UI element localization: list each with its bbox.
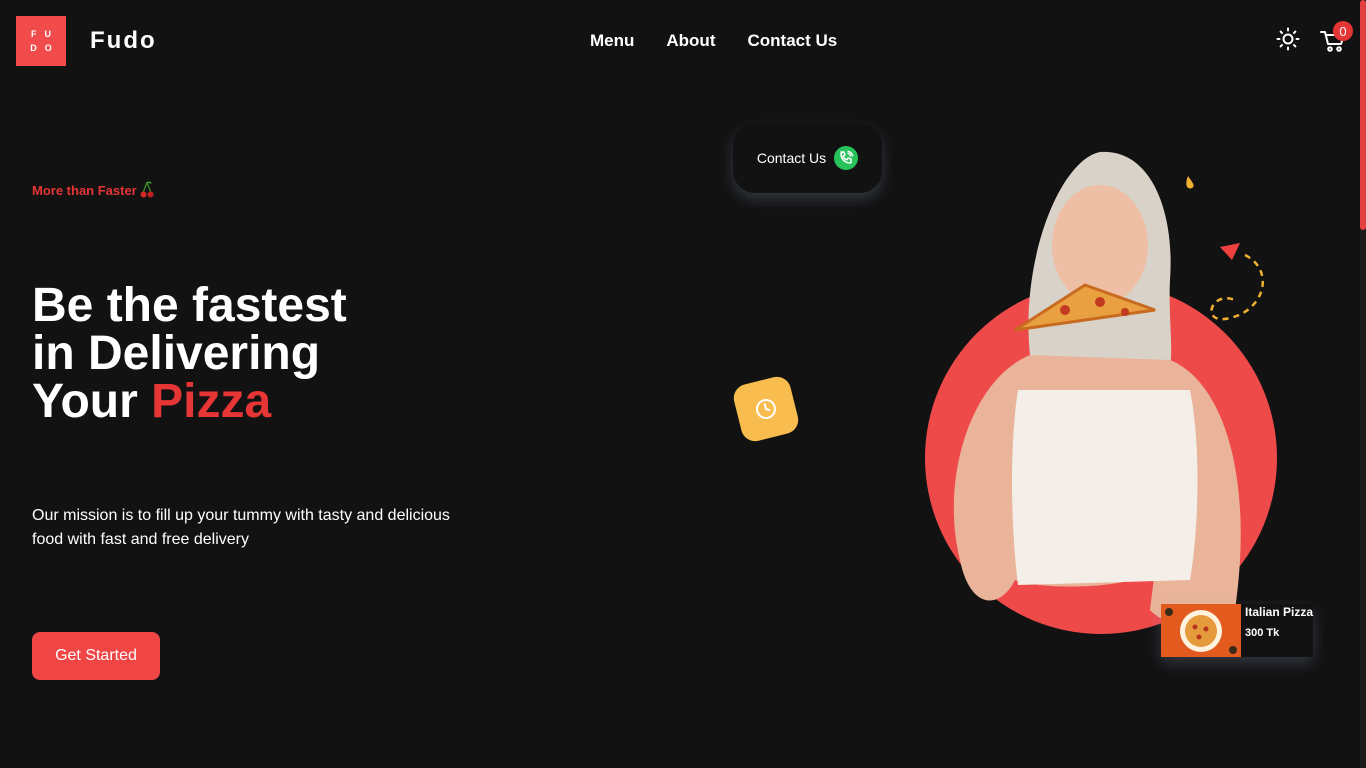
- cherry-icon: [140, 181, 154, 198]
- hero-headline: Be the fastest in Delivering Your Pizza: [32, 282, 347, 426]
- headline-line-2: in Delivering: [32, 327, 321, 380]
- logo-text-bottom: DO: [30, 43, 60, 53]
- nav-contact-us[interactable]: Contact Us: [747, 31, 837, 51]
- nav-about[interactable]: About: [666, 31, 715, 51]
- contact-us-pill[interactable]: Contact Us: [733, 123, 882, 193]
- nav-menu[interactable]: Menu: [590, 31, 634, 51]
- hero-tagline-text: More than Faster: [32, 183, 137, 198]
- decor-dashed-swirl: [1210, 253, 1264, 321]
- sun-icon[interactable]: [1276, 27, 1300, 51]
- product-image: [1161, 604, 1241, 657]
- clock-icon: [756, 399, 776, 419]
- headline-line-3: Your Pizza: [32, 378, 347, 426]
- logo-text-top: FU: [31, 29, 59, 39]
- cart-count-badge: 0: [1333, 21, 1353, 41]
- contact-us-pill-label: Contact Us: [756, 150, 827, 166]
- brand-name[interactable]: Fudo: [90, 27, 157, 55]
- product-info: Italian Pizza 300 Tk: [1241, 604, 1313, 657]
- decor-red-triangle: [1220, 243, 1240, 260]
- get-started-button[interactable]: Get Started: [32, 632, 160, 680]
- main-nav: Menu About Contact Us: [590, 31, 837, 51]
- scrollbar-thumb[interactable]: [1360, 0, 1366, 230]
- mission-text: Our mission is to fill up your tummy wit…: [32, 507, 450, 548]
- woman-face: [1052, 185, 1148, 305]
- headline-pizza: Pizza: [151, 375, 272, 428]
- product-name: Italian Pizza: [1244, 605, 1314, 619]
- product-card[interactable]: Italian Pizza 300 Tk: [1161, 604, 1313, 657]
- headline-your: Your: [32, 375, 138, 428]
- page-scrollbar[interactable]: [1360, 0, 1366, 768]
- white-top: [1012, 390, 1198, 585]
- hero-illustration: [925, 151, 1277, 634]
- headline-line-1: Be the fastest: [32, 279, 347, 332]
- clock-tile: [730, 373, 802, 445]
- phone-icon: [834, 146, 859, 170]
- product-price: 300 Tk: [1244, 627, 1280, 639]
- logo[interactable]: FU DO: [16, 16, 66, 66]
- hero-tagline: More than Faster: [32, 181, 154, 199]
- decor-yellow-drop: [1186, 176, 1194, 189]
